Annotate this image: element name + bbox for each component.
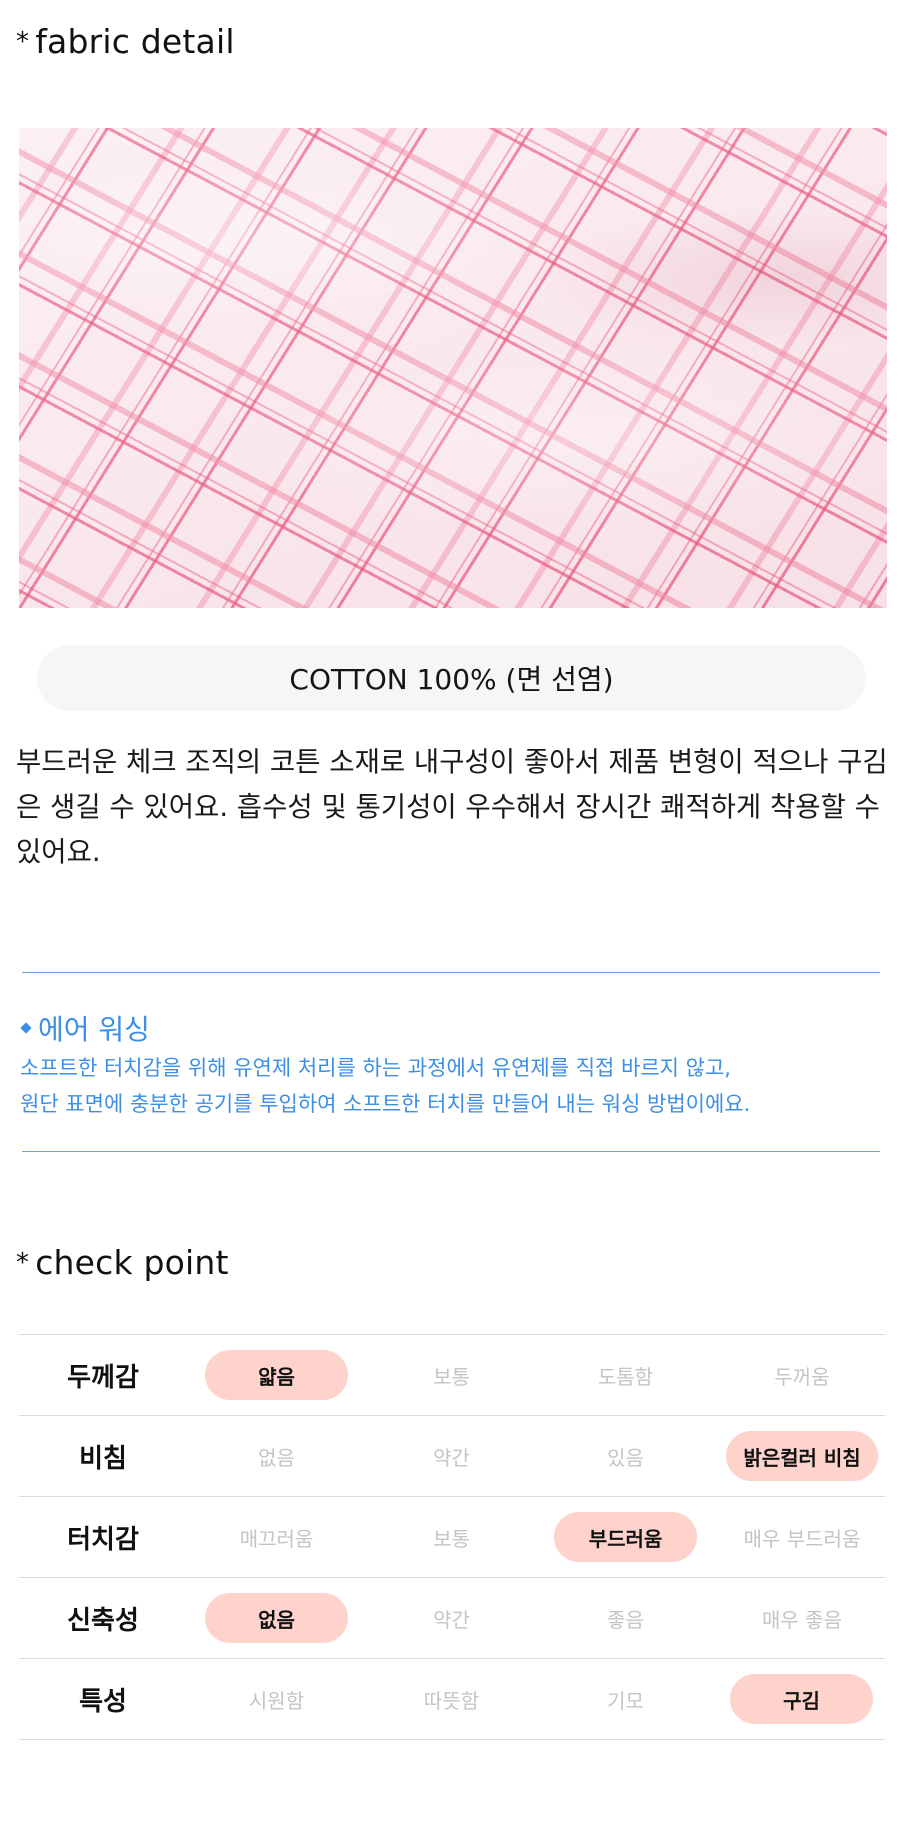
info-box-text-line-1: 소프트한 터치감을 위해 유연제 처리를 하는 과정에서 유연제를 직접 바르지… xyxy=(20,1056,731,1080)
check-row-touch: 터치감 매끄러움 보통 부드러움 매우 부드러움 xyxy=(19,1497,885,1578)
option: 두꺼움 xyxy=(774,1364,830,1389)
option: 시원함 xyxy=(248,1688,305,1713)
selected-option: 부드러움 xyxy=(554,1512,697,1562)
fabric-photo xyxy=(19,128,887,608)
selected-option: 밝은컬러 비침 xyxy=(726,1431,878,1481)
check-point-title: * check point xyxy=(16,1243,229,1282)
check-row-sheerness: 비침 없음 약간 있음 밝은컬러 비침 xyxy=(19,1416,885,1497)
title-star: * xyxy=(16,1248,30,1278)
option: 보통 xyxy=(433,1364,470,1389)
fabric-description: 부드러운 체크 조직의 코튼 소재로 내구성이 좋아서 제품 변형이 적으나 구… xyxy=(16,746,888,868)
fabric-detail-title: * fabric detail xyxy=(16,22,235,61)
option: 도톰함 xyxy=(597,1364,654,1389)
row-label: 두께감 xyxy=(67,1362,139,1393)
check-point-table: 두께감 얇음 보통 도톰함 두꺼움 비침 없음 약간 있음 밝은컬러 비침 터치… xyxy=(19,1334,885,1740)
row-label: 비침 xyxy=(79,1443,127,1474)
info-box-text-line-2: 원단 표면에 충분한 공기를 투입하여 소프트한 터치를 만들어 내는 워싱 방… xyxy=(20,1092,751,1116)
info-box-heading: 에어 워싱 xyxy=(18,1008,150,1048)
selected-option: 없음 xyxy=(205,1593,348,1643)
option: 매끄러움 xyxy=(239,1526,314,1551)
selected-option: 구김 xyxy=(730,1674,873,1724)
title-star: * xyxy=(16,27,30,57)
option: 없음 xyxy=(258,1445,295,1470)
material-composition-badge: COTTON 100% (면 선염) xyxy=(37,645,866,711)
option: 있음 xyxy=(607,1445,644,1470)
row-label: 신축성 xyxy=(67,1605,139,1636)
row-label: 특성 xyxy=(79,1686,127,1717)
option: 좋음 xyxy=(607,1607,644,1632)
option: 기모 xyxy=(607,1688,644,1713)
info-box-bottom-divider xyxy=(22,1151,880,1152)
option: 보통 xyxy=(433,1526,470,1551)
info-box-top-divider xyxy=(22,972,880,973)
check-point-title-text: check point xyxy=(35,1243,229,1282)
option: 매우 좋음 xyxy=(762,1607,842,1632)
fabric-detail-title-text: fabric detail xyxy=(35,22,235,61)
check-row-feature: 특성 시원함 따뜻함 기모 구김 xyxy=(19,1659,885,1740)
info-box-heading-text: 에어 워싱 xyxy=(38,1013,150,1046)
check-row-thickness: 두께감 얇음 보통 도톰함 두꺼움 xyxy=(19,1335,885,1416)
option: 약간 xyxy=(433,1607,470,1632)
option: 약간 xyxy=(433,1445,470,1470)
option: 따뜻함 xyxy=(423,1688,480,1713)
check-row-stretch: 신축성 없음 약간 좋음 매우 좋음 xyxy=(19,1578,885,1659)
diamond-bullet-icon xyxy=(20,1022,32,1034)
selected-option: 얇음 xyxy=(205,1350,348,1400)
row-label: 터치감 xyxy=(67,1524,139,1555)
option: 매우 부드러움 xyxy=(743,1526,861,1551)
